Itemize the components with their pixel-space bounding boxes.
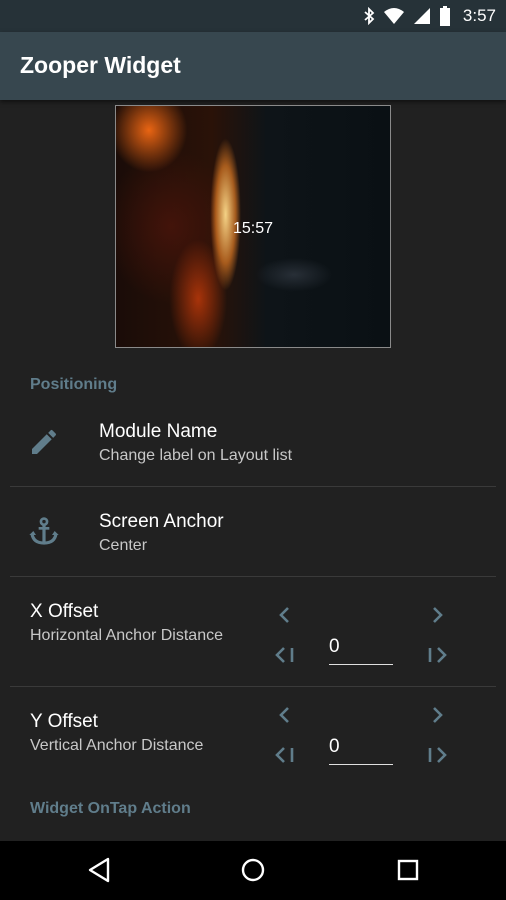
y-increment-large-icon[interactable]: [426, 745, 448, 765]
navigation-bar: [0, 841, 506, 900]
back-icon[interactable]: [86, 855, 112, 885]
x-increment-large-icon[interactable]: [426, 645, 448, 665]
y-increment-icon[interactable]: [427, 705, 447, 725]
x-decrement-icon[interactable]: [275, 605, 295, 625]
y-offset-value: 0: [329, 736, 340, 757]
y-offset-row: Y Offset Vertical Anchor Distance 0: [0, 687, 506, 787]
status-clock: 3:57: [462, 6, 496, 25]
screen-anchor-row[interactable]: Screen Anchor Center: [0, 487, 506, 576]
cell-signal-icon: [413, 8, 430, 24]
recents-icon[interactable]: [396, 855, 420, 885]
screen-anchor-subtitle: Center: [99, 537, 148, 554]
module-name-subtitle: Change label on Layout list: [99, 447, 293, 464]
pencil-icon: [32, 429, 57, 454]
x-increment-icon[interactable]: [427, 605, 447, 625]
section-header-ontap: Widget OnTap Action: [30, 800, 191, 817]
home-icon[interactable]: [240, 855, 266, 885]
anchor-icon: [29, 517, 59, 545]
x-offset-title: X Offset: [30, 601, 99, 622]
x-offset-subtitle: Horizontal Anchor Distance: [30, 627, 223, 644]
x-offset-value: 0: [329, 636, 340, 657]
preview-time: 15:57: [232, 220, 274, 237]
x-offset-row: X Offset Horizontal Anchor Distance 0: [0, 577, 506, 686]
y-offset-title: Y Offset: [30, 711, 98, 732]
app-bar: Zooper Widget: [0, 32, 506, 100]
y-offset-input[interactable]: 0: [329, 734, 393, 765]
y-decrement-large-icon[interactable]: [274, 745, 296, 765]
wifi-icon: [383, 8, 404, 24]
section-header-positioning: Positioning: [30, 376, 118, 393]
x-decrement-large-icon[interactable]: [274, 645, 296, 665]
y-decrement-icon[interactable]: [275, 705, 295, 725]
widget-preview: 15:57: [115, 105, 391, 348]
module-name-row[interactable]: Module Name Change label on Layout list: [0, 406, 506, 486]
battery-icon: [439, 6, 450, 26]
status-bar: 3:57: [0, 0, 506, 32]
page-title: Zooper Widget: [20, 52, 181, 78]
screen-anchor-title: Screen Anchor: [99, 511, 224, 532]
bluetooth-icon: [364, 7, 375, 25]
module-name-title: Module Name: [99, 421, 218, 442]
x-offset-input[interactable]: 0: [329, 634, 393, 665]
status-icons: 3:57: [363, 0, 496, 32]
y-offset-subtitle: Vertical Anchor Distance: [30, 737, 204, 754]
